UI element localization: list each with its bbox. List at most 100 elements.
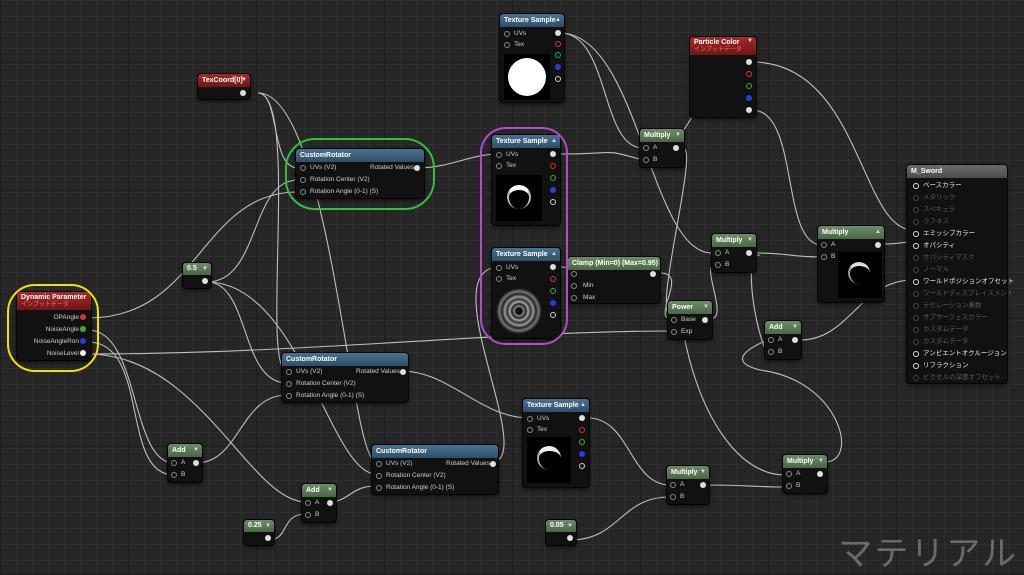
material-graph-canvas[interactable]: Texture Sample ▲ UVs Tex Particle Color イン… [0, 0, 1024, 575]
pin-uvs[interactable]: UVs [504, 28, 526, 39]
pin-uvs[interactable]: UVs [496, 262, 518, 273]
node-header[interactable]: CustomRotator [282, 353, 408, 366]
collapse-arrow-icon[interactable]: ▼ [703, 301, 709, 314]
node-header[interactable]: Add ▼ [302, 484, 336, 497]
output-rgb-pin[interactable] [550, 264, 556, 270]
pin-min[interactable]: Min [571, 280, 593, 291]
collapse-arrow-icon[interactable]: ▼ [792, 321, 798, 334]
node-header[interactable]: Power ▼ [668, 301, 712, 314]
node-header[interactable]: Texture Sample ▲ [492, 248, 560, 261]
custom-rotator-node-1[interactable]: CustomRotator UVs (V2) Rotation Center (… [296, 149, 424, 198]
output-pin[interactable] [202, 278, 208, 284]
node-header[interactable]: CustomRotator [296, 149, 424, 162]
output-rgb-pin[interactable] [555, 30, 561, 36]
collapse-arrow-icon[interactable]: ▼ [193, 444, 199, 457]
pin-a[interactable]: A [715, 247, 729, 258]
pin-dot-icon[interactable] [300, 188, 306, 195]
node-header[interactable]: 0.5 ▼ [183, 263, 211, 275]
node-header[interactable]: Texture Sample ▲ [492, 135, 560, 148]
input-pin-icon[interactable] [913, 351, 919, 357]
constant-node-0-25[interactable]: 0.25 ▼ [244, 520, 274, 545]
pin-b[interactable]: B [768, 346, 782, 357]
node-header[interactable]: Clamp (Min=0) (Max=0.95) [568, 257, 660, 270]
collapse-arrow-icon[interactable]: ▼ [747, 234, 753, 247]
output-pin[interactable] [265, 535, 271, 541]
output-a-pin[interactable] [80, 350, 86, 356]
output-pin[interactable] [673, 145, 679, 151]
output-pin[interactable] [700, 482, 706, 488]
pin-rotation-angle[interactable]: Rotation Angle (0-1) (S) [376, 482, 454, 493]
pin-tex[interactable]: Tex [527, 424, 547, 435]
node-header[interactable]: Multiply ▼ [667, 466, 709, 479]
output-pin[interactable] [567, 535, 573, 541]
output-g-pin[interactable] [579, 439, 585, 445]
power-node[interactable]: Power ▼ Base Exp [668, 301, 712, 339]
custom-rotator-node-2[interactable]: CustomRotator UVs (V2) Rotation Center (… [282, 353, 408, 402]
pin-dot-icon[interactable] [821, 253, 827, 260]
pin-dot-icon[interactable] [715, 261, 721, 268]
collapse-arrow-icon[interactable]: ▼ [567, 520, 573, 532]
pin-dot-icon[interactable] [768, 348, 774, 355]
pin-dot-icon[interactable] [171, 459, 177, 466]
clamp-node[interactable]: Clamp (Min=0) (Max=0.95) Min Max [568, 257, 660, 303]
pin-dot-icon[interactable] [504, 41, 510, 48]
collapse-arrow-icon[interactable]: ▲ [875, 226, 881, 239]
node-header[interactable]: CustomRotator [372, 445, 498, 458]
pin-rotation-center[interactable]: Rotation Center (V2) [286, 378, 356, 389]
pin-rotation-center[interactable]: Rotation Center (V2) [300, 174, 370, 185]
output-g-pin[interactable] [555, 52, 561, 58]
output-r-pin[interactable] [550, 163, 556, 169]
output-pin[interactable] [817, 471, 823, 477]
input-pin-icon[interactable] [913, 375, 919, 381]
pin-uvs[interactable]: UVs [527, 413, 549, 424]
input-pin-icon[interactable] [913, 255, 919, 261]
collapse-arrow-icon[interactable]: ▲ [551, 248, 557, 261]
texture-sample-node-3[interactable]: Texture Sample ▲ UVs Tex [492, 248, 560, 338]
output-pin[interactable] [792, 337, 798, 343]
node-header[interactable]: 0.05 ▼ [546, 520, 576, 532]
dynamic-parameter-node[interactable]: Dynamic Parameter インプットデータ OPAngle NoiseA… [17, 292, 91, 360]
pin-b[interactable]: B [786, 480, 800, 491]
input-pin-icon[interactable] [913, 363, 919, 369]
output-pin[interactable] [702, 317, 708, 323]
pin-tex[interactable]: Tex [496, 160, 516, 171]
output-b-pin[interactable] [579, 451, 585, 457]
pin-dot-icon[interactable] [786, 482, 792, 489]
multiply-node-3[interactable]: Multiply ▲ A B [818, 226, 884, 302]
input-pin-icon[interactable] [913, 195, 919, 201]
collapse-arrow-icon[interactable]: ▼ [265, 520, 271, 532]
collapse-arrow-icon[interactable]: ▼ [241, 74, 247, 87]
pin-dot-icon[interactable] [496, 162, 502, 169]
pin-dot-icon[interactable] [171, 471, 177, 478]
pin-dot-icon[interactable] [504, 30, 510, 37]
material-result-node[interactable]: M_Sword ベースカラー メタリック スペキュラ ラフネス エミッシブカラー オパシテ… [907, 165, 1014, 383]
output-pin[interactable] [327, 500, 333, 506]
pin-dot-icon[interactable] [571, 282, 577, 289]
collapse-arrow-icon[interactable]: ▲ [580, 399, 586, 412]
pin-dot-icon[interactable] [300, 164, 306, 171]
pin-dot-icon[interactable] [286, 380, 292, 387]
particle-color-node[interactable]: Particle Color インプットデータ ▼ [690, 37, 756, 117]
multiply-node-2[interactable]: Multiply ▼ A B [712, 234, 756, 272]
pin-dot-icon[interactable] [300, 176, 306, 183]
output-g-pin[interactable] [80, 326, 86, 332]
node-header[interactable]: Multiply ▼ [712, 234, 756, 247]
output-a-pin[interactable] [550, 312, 556, 318]
pin-rotation-angle[interactable]: Rotation Angle (0-1) (S) [300, 186, 378, 197]
node-header[interactable]: 0.25 ▼ [244, 520, 274, 532]
add-node-bottom[interactable]: Add ▼ A B [302, 484, 336, 522]
pin-dot-icon[interactable] [286, 368, 292, 375]
pin-tex[interactable]: Tex [504, 39, 524, 50]
pin-dot-icon[interactable] [496, 151, 502, 158]
pin-dot-icon[interactable] [376, 472, 382, 479]
pin-dot-icon[interactable] [670, 481, 676, 488]
add-node-left[interactable]: Add ▼ A B [168, 444, 202, 482]
output-r-pin[interactable] [80, 314, 86, 320]
input-pin[interactable] [571, 271, 577, 277]
pin-a[interactable]: A [821, 239, 835, 250]
node-header[interactable]: Texture Sample ▲ [500, 14, 564, 27]
output-b-pin[interactable] [550, 187, 556, 193]
texture-sample-node-top[interactable]: Texture Sample ▲ UVs Tex [500, 14, 564, 102]
input-pin-icon[interactable] [913, 243, 919, 249]
node-header[interactable]: TexCoord[0] ▼ [198, 74, 250, 87]
